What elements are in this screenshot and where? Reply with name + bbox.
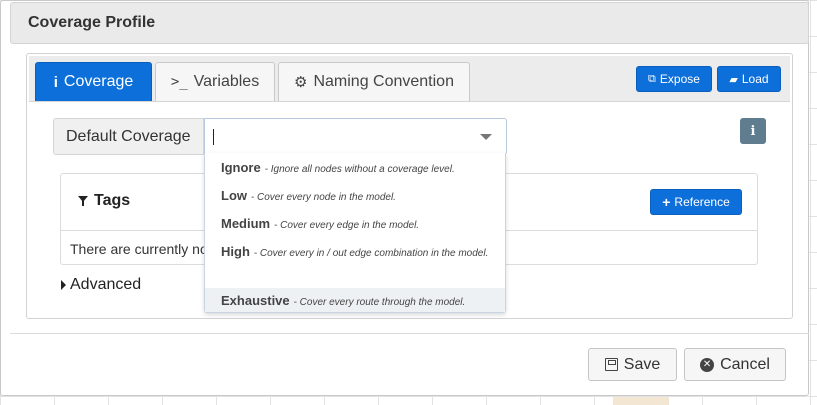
coverage-option-low[interactable]: Low - Cover every node in the model. xyxy=(205,186,505,206)
tab-naming-convention[interactable]: ⚙ Naming Convention xyxy=(278,62,470,101)
coverage-option-high[interactable]: High - Cover every in / out edge combina… xyxy=(205,242,505,280)
gear-icon: ⚙ xyxy=(294,74,308,91)
option-desc: Cover every edge in the model. xyxy=(280,220,420,231)
load-button[interactable]: ▰ Load xyxy=(717,66,781,92)
option-name: Exhaustive xyxy=(221,293,290,308)
reference-label: Reference xyxy=(674,195,730,209)
save-icon xyxy=(604,358,618,371)
load-label: Load xyxy=(741,72,769,86)
coverage-option-medium[interactable]: Medium - Cover every edge in the model. xyxy=(205,214,505,234)
option-desc: Cover every route through the model. xyxy=(299,297,466,308)
option-name: High xyxy=(221,244,250,259)
coverage-profile-dialog: Coverage Profile i Coverage >_ Variables… xyxy=(0,0,809,396)
tab-naming-convention-label: Naming Convention xyxy=(313,73,454,90)
tab-bar: i Coverage >_ Variables ⚙ Naming Convent… xyxy=(29,56,790,102)
coverage-option-exhaustive[interactable]: Exhaustive - Cover every route through t… xyxy=(205,288,505,312)
expose-label: Expose xyxy=(659,72,700,86)
chevron-down-icon[interactable] xyxy=(480,134,492,140)
advanced-label: Advanced xyxy=(70,276,142,293)
option-name: Ignore xyxy=(221,160,261,175)
text-cursor xyxy=(213,129,214,145)
footer-divider xyxy=(10,333,809,334)
option-desc: Cover every node in the model. xyxy=(257,192,396,203)
tab-variables[interactable]: >_ Variables xyxy=(155,62,275,101)
coverage-dropdown: Ignore - Ignore all nodes without a cove… xyxy=(204,153,506,313)
tags-empty-text: There are currently no xyxy=(70,241,208,257)
folder-open-icon: ▰ xyxy=(729,73,738,86)
info-button[interactable]: i xyxy=(740,118,766,144)
caret-right-icon xyxy=(61,280,66,290)
coverage-option-ignore[interactable]: Ignore - Ignore all nodes without a cove… xyxy=(205,158,505,178)
plus-icon: + xyxy=(662,194,671,210)
filter-icon xyxy=(78,195,88,207)
background-cell xyxy=(613,397,669,405)
option-desc: Ignore all nodes without a coverage leve… xyxy=(270,164,455,175)
default-coverage-select[interactable] xyxy=(204,118,507,155)
cancel-button[interactable]: ✕ Cancel xyxy=(684,348,786,381)
cancel-icon: ✕ xyxy=(700,357,715,372)
tab-coverage-label: Coverage xyxy=(63,73,134,90)
tags-title: Tags xyxy=(78,192,130,210)
save-label: Save xyxy=(623,355,661,373)
info-icon: i xyxy=(750,123,756,139)
option-desc: Cover every in / out edge combination in… xyxy=(259,248,489,259)
option-name: Low xyxy=(221,188,247,203)
tab-coverage[interactable]: i Coverage xyxy=(35,62,152,101)
tab-variables-label: Variables xyxy=(193,73,260,90)
advanced-toggle[interactable]: Advanced xyxy=(61,276,141,294)
add-reference-button[interactable]: + Reference xyxy=(650,189,742,215)
dialog-header: Coverage Profile xyxy=(10,2,809,44)
save-button[interactable]: Save xyxy=(588,348,677,381)
external-link-icon: ⧉ xyxy=(648,72,656,85)
tags-title-label: Tags xyxy=(94,192,131,209)
terminal-icon: >_ xyxy=(170,74,188,90)
cancel-label: Cancel xyxy=(720,355,770,373)
default-coverage-label: Default Coverage xyxy=(53,118,204,155)
info-icon: i xyxy=(53,73,58,91)
default-coverage-row: Default Coverage xyxy=(53,118,507,156)
expose-button[interactable]: ⧉ Expose xyxy=(636,66,712,92)
option-name: Medium xyxy=(221,216,271,231)
dialog-title: Coverage Profile xyxy=(28,14,156,31)
